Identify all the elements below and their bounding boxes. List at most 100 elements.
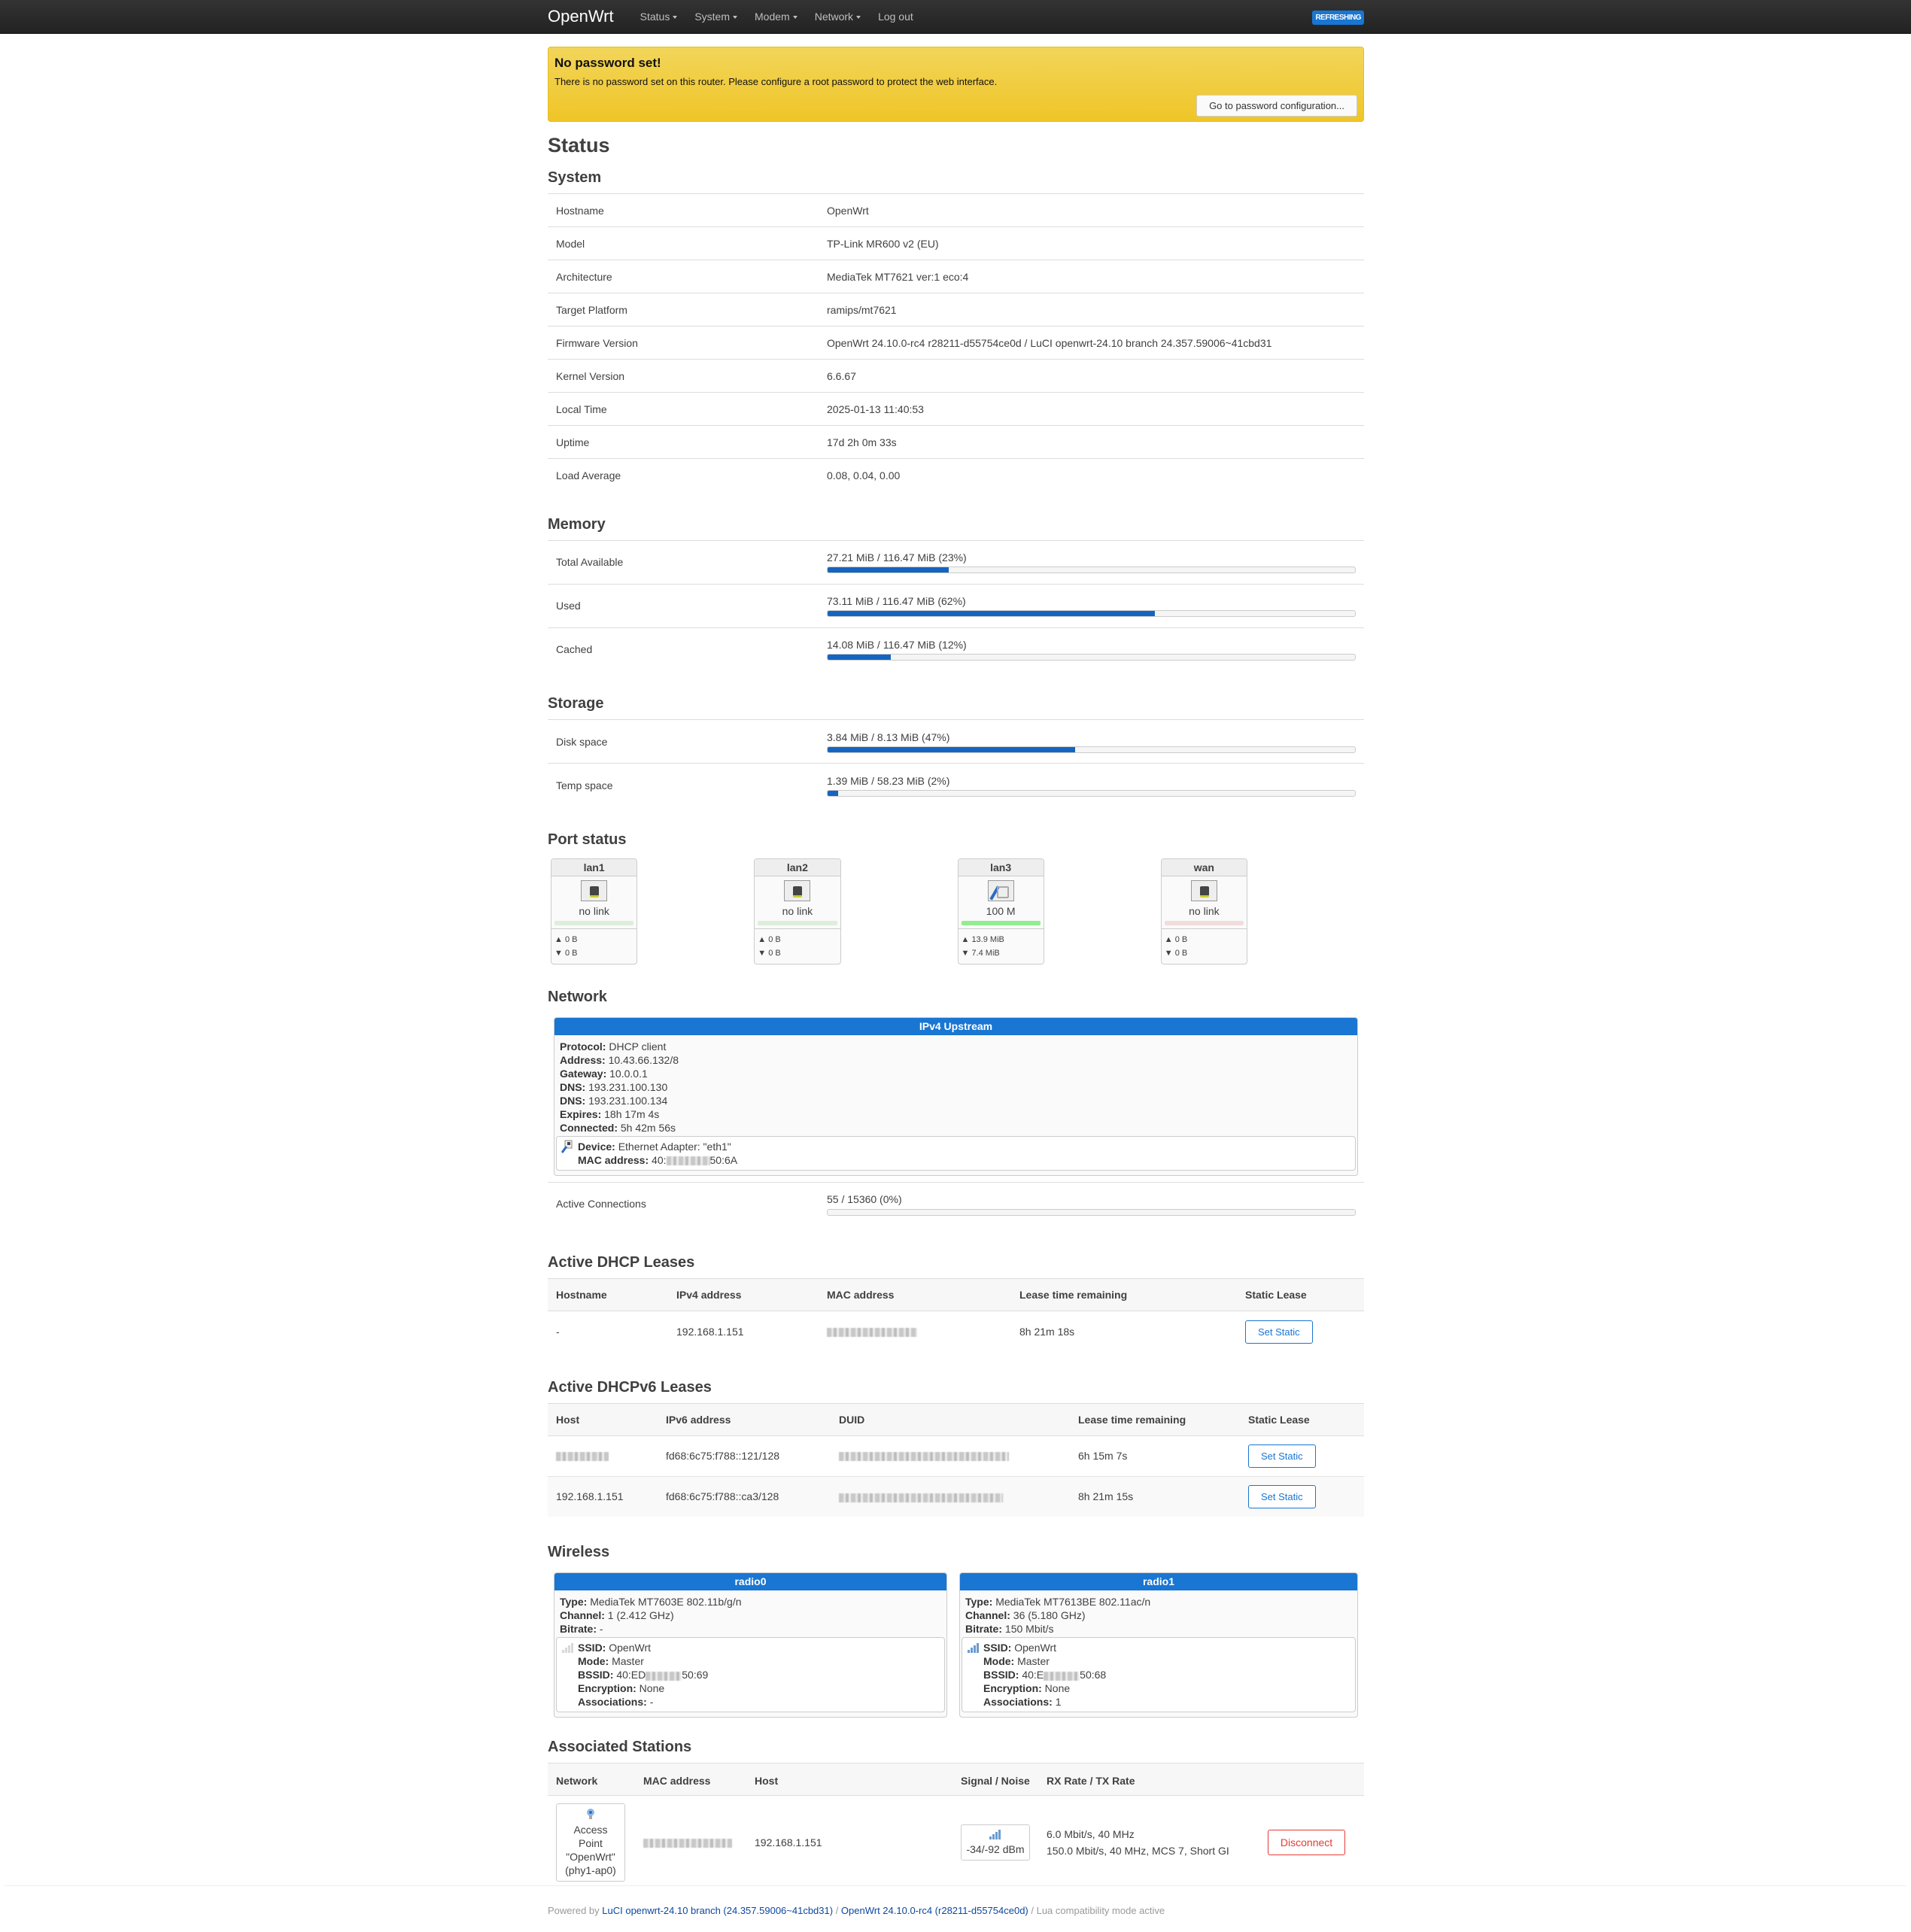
memory-label: Cached	[548, 627, 819, 672]
alert-title: No password set!	[554, 56, 661, 70]
upstream-field-value: 10.0.0.1	[609, 1067, 648, 1080]
set-static-button[interactable]: Set Static	[1248, 1444, 1316, 1468]
ethernet-adapter-icon	[561, 1140, 573, 1153]
wifi-ssid: SSID: OpenWrt	[578, 1641, 940, 1654]
storage-progress-fill	[828, 790, 839, 796]
system-value: OpenWrt 24.10.0-rc4 r28211-d55754ce0d / …	[819, 326, 1364, 360]
port-lan1: lan1 no link ▲ 0 B ▼ 0 B	[551, 858, 638, 964]
menu-status[interactable]: Status	[640, 10, 678, 23]
access-point-line: Access	[573, 1824, 608, 1836]
brand-logo[interactable]: OpenWrt	[548, 6, 614, 28]
upstream-field-value: 193.231.100.134	[588, 1094, 668, 1107]
upstream-field-label: Protocol:	[560, 1040, 606, 1053]
port-lan3: lan3 100 M ▲ 13.9 MiB ▼ 7.4 MiB	[957, 858, 1044, 964]
lease-hostname: -	[556, 1325, 560, 1338]
footer: Powered by LuCI openwrt-24.10 branch (24…	[548, 1905, 1165, 1918]
column-header: RX Rate / TX Rate	[1038, 1763, 1259, 1797]
port-speed: no link	[579, 904, 609, 917]
radio-bitrate-label: Bitrate:	[965, 1623, 1003, 1636]
memory-row: Cached 14.08 MiB / 116.47 MiB (12%)	[548, 627, 1364, 672]
password-config-button[interactable]: Go to password configuration...	[1196, 95, 1357, 117]
column-header-actions	[1259, 1763, 1364, 1797]
caret-down-icon	[792, 15, 798, 19]
radio-title: radio1	[960, 1573, 1357, 1591]
top-navbar: OpenWrt Status System Modem Network Log …	[0, 0, 1911, 34]
storage-cell: 1.39 MiB / 58.23 MiB (2%)	[819, 763, 1364, 807]
system-value: 17d 2h 0m 33s	[819, 425, 1364, 459]
wifi-encryption: Encryption: None	[983, 1681, 1350, 1695]
column-header: Signal / Noise	[952, 1763, 1038, 1797]
redacted-bssid	[646, 1671, 682, 1681]
system-key: Target Platform	[548, 293, 819, 327]
upstream-field-label: DNS:	[560, 1094, 586, 1107]
refreshing-badge[interactable]: REFRESHING	[1312, 11, 1364, 25]
port-speed: no link	[1189, 904, 1220, 917]
luci-version-link[interactable]: LuCI openwrt-24.10 branch (24.357.59006~…	[602, 1905, 833, 1916]
set-static-button[interactable]: Set Static	[1245, 1320, 1313, 1344]
column-header: Host	[746, 1763, 952, 1797]
lease-ipv4: 192.168.1.151	[676, 1325, 744, 1338]
upstream-device-box: Device: Ethernet Adapter: "eth1" MAC add…	[556, 1135, 1356, 1171]
radio-type: Type: MediaTek MT7603E 802.11b/g/n	[560, 1595, 941, 1608]
system-row: Uptime 17d 2h 0m 33s	[548, 425, 1364, 459]
dhcp-heading: Active DHCP Leases	[548, 1254, 695, 1271]
menu-label: Log out	[878, 11, 913, 23]
wifi-encryption-label: Encryption:	[578, 1682, 636, 1695]
upstream-field: Connected: 5h 42m 56s	[560, 1121, 1352, 1135]
wifi-associations-label: Associations:	[578, 1696, 647, 1709]
disconnect-button[interactable]: Disconnect	[1267, 1830, 1346, 1856]
associated-stations-table: Network MAC address Host Signal / Noise RX R…	[548, 1763, 1364, 1889]
dhcp-leases-table: Hostname IPv4 address MAC address Lease tim…	[548, 1278, 1364, 1352]
system-row: Local Time 2025-01-13 11:40:53	[548, 392, 1364, 426]
port-lan2: lan2 no link ▲ 0 B ▼ 0 B	[754, 858, 841, 964]
menu-logout[interactable]: Log out	[878, 10, 913, 23]
memory-value: 27.21 MiB / 116.47 MiB (23%)	[827, 551, 967, 564]
dhcpv6-heading: Active DHCPv6 Leases	[548, 1378, 712, 1396]
footer-suffix: / Lua compatibility mode active	[1028, 1905, 1165, 1916]
system-value: ramips/mt7621	[819, 293, 1364, 327]
memory-heading: Memory	[548, 515, 606, 533]
lease-host	[548, 1435, 658, 1476]
column-header: Static Lease	[1240, 1402, 1364, 1436]
upstream-field: DNS: 193.231.100.130	[560, 1080, 1352, 1094]
system-table: Hostname OpenWrt Model TP-Link MR600 v2 (EU…	[548, 193, 1364, 492]
dhcpv6-lease-row: 192.168.1.151 fd68:6c75:f788::ca3/128 8h 2…	[548, 1475, 1364, 1517]
lease-ipv6: fd68:6c75:f788::121/128	[666, 1450, 780, 1463]
active-connections-value: 55 / 15360 (0%)	[827, 1193, 902, 1206]
station-action: Disconnect	[1259, 1796, 1364, 1889]
column-header: Lease time remaining	[1011, 1278, 1237, 1312]
radio-channel: Channel: 1 (2.412 GHz)	[560, 1608, 941, 1622]
memory-label: Total Available	[548, 539, 819, 585]
storage-cell: 3.84 MiB / 8.13 MiB (47%)	[819, 719, 1364, 764]
openwrt-version-link[interactable]: OpenWrt 24.10.0-rc4 (r28211-d55754ce0d)	[841, 1905, 1028, 1916]
system-row: Kernel Version 6.6.67	[548, 359, 1364, 393]
memory-cell: 27.21 MiB / 116.47 MiB (23%)	[819, 539, 1364, 585]
radio-type-value: MediaTek MT7613BE 802.11ac/n	[995, 1596, 1151, 1608]
radio-type: Type: MediaTek MT7613BE 802.11ac/n	[965, 1595, 1352, 1608]
station-row: Access Point "OpenWrt" (phy1-ap0) 192.168.1.…	[548, 1796, 1364, 1889]
storage-row: Temp space 1.39 MiB / 58.23 MiB (2%)	[548, 763, 1364, 807]
system-row: Load Average 0.08, 0.04, 0.00	[548, 458, 1364, 492]
memory-value: 73.11 MiB / 116.47 MiB (62%)	[827, 595, 966, 607]
storage-value: 3.84 MiB / 8.13 MiB (47%)	[827, 731, 950, 743]
menu-system[interactable]: System	[694, 10, 738, 23]
radio-bitrate-label: Bitrate:	[560, 1623, 597, 1636]
lease-action: Set Static	[1240, 1475, 1364, 1517]
set-static-button[interactable]: Set Static	[1248, 1485, 1316, 1509]
radio-type-label: Type:	[965, 1596, 993, 1608]
wifi-associations-label: Associations:	[983, 1696, 1053, 1709]
lease-duid	[831, 1435, 1070, 1476]
footer-divider	[5, 1885, 1906, 1886]
access-point-line: (phy1-ap0)	[565, 1864, 616, 1877]
signal-badge: -34/-92 dBm	[961, 1824, 1030, 1861]
upstream-field-value: 193.231.100.130	[588, 1080, 668, 1093]
menu-modem[interactable]: Modem	[755, 10, 798, 23]
system-heading: System	[548, 169, 602, 187]
upstream-field-value: 18h 17m 4s	[604, 1107, 660, 1120]
upstream-field-label: Expires:	[560, 1107, 602, 1120]
alert-message: There is no password set on this router.…	[554, 76, 998, 88]
menu-network[interactable]: Network	[815, 10, 861, 23]
wifi-mode-value: Master	[612, 1655, 644, 1668]
port-wan: wan no link ▲ 0 B ▼ 0 B	[1160, 858, 1247, 964]
wifi-associations-value: 1	[1055, 1696, 1062, 1709]
